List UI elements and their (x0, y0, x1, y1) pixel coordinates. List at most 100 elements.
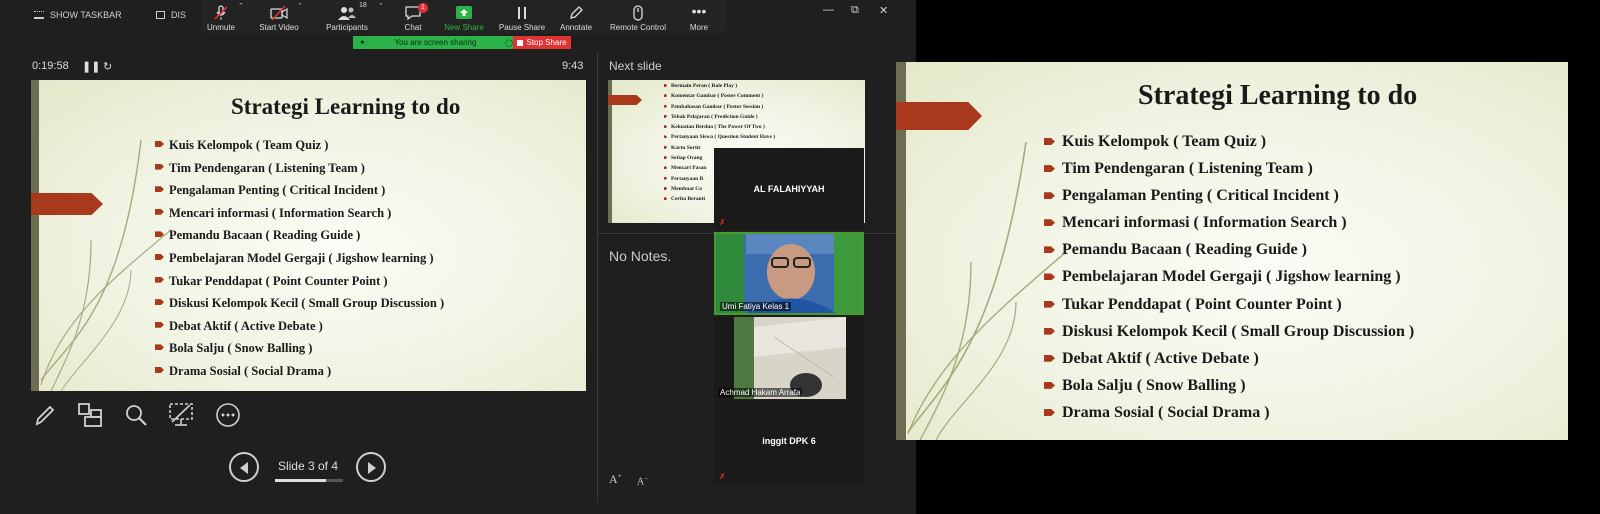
new-share-button[interactable]: New Share (432, 2, 496, 32)
restore-button[interactable]: ⧉ (851, 4, 859, 17)
bullet-arrow-icon (155, 231, 164, 238)
bullet-arrow-icon (155, 299, 164, 306)
slide-counter: Slide 3 of 4 (272, 459, 344, 482)
bullet-arrow-icon (155, 276, 164, 283)
presenter-view-window: SHOW TASKBAR DIS — ⧉ ✕ Unmute ⌃ Start Vi… (0, 0, 916, 514)
next-slide-button[interactable] (356, 452, 386, 482)
bullet-arrow-icon (1044, 327, 1055, 335)
decrease-font-button[interactable]: A– (637, 474, 648, 487)
close-button[interactable]: ✕ (879, 4, 888, 17)
slide-bullet: Diskusi Kelompok Kecil ( Small Group Dis… (155, 295, 444, 318)
stop-share-label: Stop Share (526, 38, 567, 47)
pen-tool-button[interactable] (30, 400, 60, 430)
bullet-arrow-icon (155, 253, 164, 260)
show-taskbar-button[interactable]: SHOW TASKBAR (34, 10, 122, 20)
bullet-arrow-icon (664, 125, 667, 129)
slide-bullet: Debat Aktif ( Active Debate ) (155, 318, 444, 341)
bullet-arrow-icon (1044, 138, 1055, 145)
next-slide-bullet: Pembahasan Gambar ( Poster Session ) (664, 103, 775, 113)
display-settings-label: DIS (171, 10, 187, 20)
pencil-icon (544, 5, 608, 21)
participant-tile-achmad-hakam[interactable]: Achmad Hakam Arrafa (714, 317, 864, 399)
next-slide-bullet: Tebak Pelajaran ( Prediction Guide ) (664, 113, 775, 123)
slide-arrow-accent (31, 193, 103, 215)
slide-bullet: Pemandu Bacaan ( Reading Guide ) (1044, 240, 1414, 267)
slide-bullet: Tukar Penddapat ( Point Counter Point ) (155, 273, 444, 296)
previous-slide-button[interactable] (229, 452, 259, 482)
slide-bullet-list: Kuis Kelompok ( Team Quiz ) Tim Pendenga… (1044, 132, 1414, 430)
see-all-slides-button[interactable] (75, 400, 105, 430)
bullet-arrow-icon (1044, 219, 1055, 227)
current-slide: Strategi Learning to do Kuis Kelompok ( … (31, 80, 586, 391)
pin-icon: ✦ (359, 38, 366, 47)
participants-button[interactable]: 18 Participants (315, 2, 379, 32)
bullet-arrow-icon (1044, 273, 1055, 281)
bullet-arrow-icon (155, 141, 164, 147)
slide-bullet: Pembelajaran Model Gergaji ( Jigshow lea… (1044, 267, 1414, 294)
pause-timer-button[interactable]: ❚❚ (82, 60, 100, 73)
bullet-arrow-icon (664, 156, 667, 160)
participant-tile-umi-fatiya[interactable]: Umi Fatiya Kelas 1 (714, 232, 864, 315)
slide-counter-text: Slide 3 of 4 (277, 459, 339, 473)
bullet-arrow-icon (664, 94, 667, 98)
bullet-arrow-icon (1044, 408, 1055, 416)
slide-bullet: Bola Salju ( Snow Balling ) (155, 340, 444, 363)
speaker-notes: No Notes. (609, 248, 672, 264)
start-video-label: Start Video (259, 23, 299, 32)
bullet-arrow-icon (1044, 165, 1055, 173)
video-options-caret[interactable]: ⌃ (297, 2, 303, 10)
slide-bullet: Mencari informasi ( Information Search ) (155, 205, 444, 228)
bullet-arrow-icon (664, 104, 667, 108)
screen-toggle-icon (169, 403, 193, 426)
slide-side-stripe (31, 80, 39, 391)
increase-font-button[interactable]: A+ (609, 472, 622, 487)
zoom-slide-button[interactable] (121, 400, 151, 430)
bullet-arrow-icon (664, 135, 667, 139)
stop-share-button[interactable]: Stop Share (513, 36, 571, 49)
bullet-arrow-icon (155, 321, 164, 328)
participant-name: Umi Fatiya Kelas 1 (720, 302, 792, 311)
display-settings-button[interactable]: DIS (156, 10, 186, 20)
participant-name: AL FALAHIYYAH (753, 184, 825, 194)
slide-progress-track (275, 479, 343, 482)
clock-time: 9:43 (562, 60, 584, 72)
next-slide-bullet: Bermain Peran ( Role Play ) (664, 82, 775, 92)
mouse-icon (606, 5, 670, 21)
next-slide-label: Next slide (609, 59, 662, 73)
slide-bullet: Tukar Penddapat ( Point Counter Point ) (1044, 295, 1414, 322)
sharing-status: ✦ You are screen sharing ◯ (353, 36, 513, 49)
more-options-button[interactable] (213, 400, 243, 430)
pen-icon (35, 405, 55, 426)
screen-sharing-banner: ✦ You are screen sharing ◯ Stop Share (353, 36, 571, 49)
sharing-status-text: You are screen sharing (394, 38, 477, 47)
slide-bullet: Drama Sosial ( Social Drama ) (1044, 403, 1414, 430)
minimize-button[interactable]: — (823, 4, 834, 16)
share-icon (432, 5, 496, 21)
bullet-arrow-icon (155, 163, 164, 170)
bullet-arrow-icon (1044, 246, 1055, 254)
remote-control-button[interactable]: Remote Control (606, 2, 670, 32)
participant-tile-inggit[interactable]: inggit DPK 6 ✗ (714, 400, 864, 484)
audio-options-caret[interactable]: ⌃ (238, 2, 244, 10)
slide-bullet: Kuis Kelompok ( Team Quiz ) (155, 137, 444, 160)
more-button[interactable]: ••• More (667, 2, 731, 32)
slide-progress-fill (275, 479, 326, 482)
reset-timer-button[interactable]: ↻ (103, 60, 112, 73)
slide-title: Strategi Learning to do (1138, 80, 1418, 111)
annotate-label: Annotate (559, 23, 593, 32)
next-slide-bullet: Komentar Gambar ( Poster Comment ) (664, 92, 775, 102)
participant-name: Achmad Hakam Arrafa (718, 388, 803, 397)
slides-grid-icon (78, 403, 102, 427)
bullet-arrow-icon (664, 197, 667, 201)
bullet-arrow-icon (664, 84, 667, 87)
black-screen-button[interactable] (166, 400, 196, 430)
bullet-arrow-icon (1044, 381, 1055, 389)
chat-unread-badge: 1 (418, 3, 428, 13)
next-slide-bullet: Pertanyaan Siswa ( Question Student Have… (664, 133, 775, 143)
slide-bullet: Drama Sosial ( Social Drama ) (155, 363, 444, 386)
participants-icon: 18 (315, 2, 379, 21)
participant-tile-al-falahiyyah[interactable]: AL FALAHIYYAH ✗ (714, 148, 864, 230)
annotate-button[interactable]: Annotate (544, 2, 608, 32)
slide-bullet: Kuis Kelompok ( Team Quiz ) (1044, 132, 1414, 159)
slide-arrow-accent (896, 102, 982, 130)
